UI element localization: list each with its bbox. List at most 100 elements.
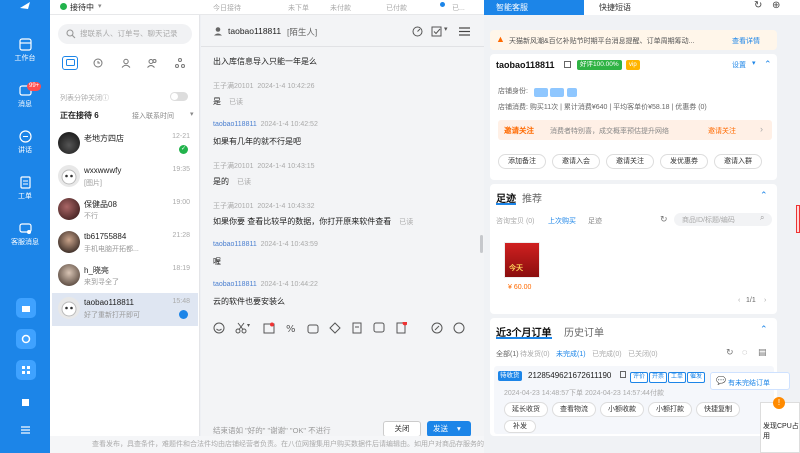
product-search-input[interactable]: 商品ID/标题/编码 ⌕ [674, 213, 772, 226]
sort-dropdown[interactable]: 接入联系时间 [132, 111, 174, 121]
tab-groups[interactable] [144, 56, 160, 70]
tab-recommend[interactable]: 推荐 [522, 190, 542, 205]
next-page-icon[interactable]: › [764, 297, 766, 304]
chevron-down-icon[interactable]: ▾ [98, 2, 102, 10]
invite-follow-button[interactable]: 邀请关注 [606, 154, 654, 169]
image-icon[interactable] [263, 322, 275, 334]
filter-last-purchase[interactable]: 上次购买 [548, 216, 576, 226]
send-chevron-icon[interactable]: ▾ [457, 421, 461, 437]
contact-search-input[interactable]: 搜联系人、订单号、聊天记录 [58, 24, 192, 44]
refresh-orders-icon[interactable]: ↻ [726, 347, 734, 358]
small-pay-button[interactable]: 小额打款 [648, 402, 692, 417]
note-icon[interactable] [395, 322, 407, 334]
document-icon[interactable] [351, 322, 363, 334]
contact-item[interactable]: h_晓亮 来到寻全了 18:19 [52, 260, 198, 293]
reissue-button[interactable]: 补发 [504, 420, 536, 433]
close-button[interactable]: 关闭 [383, 421, 421, 437]
order-filter-pending[interactable]: 待发货(0) [520, 349, 550, 359]
send-coupon-button[interactable]: 发优惠券 [660, 154, 708, 169]
coupon-banner[interactable]: 邀请关注 消费者特别喜，成交概率预估提升网络 邀请关注 › [498, 120, 772, 140]
rail-app-3[interactable] [16, 360, 36, 380]
percent-icon[interactable]: % [285, 322, 297, 334]
scissors-chevron-icon[interactable]: ▾ [247, 322, 250, 329]
cpu-notice-widget[interactable]: ! 发现CPU占用 [760, 397, 800, 453]
view-logistics-button[interactable]: 查看物流 [552, 402, 596, 417]
order-filter-closed[interactable]: 已关闭(0) [628, 349, 658, 359]
contact-item[interactable]: tb61755884 手机电脑开拓都... 21:28 [52, 227, 198, 260]
settings-link[interactable]: 设置 [732, 60, 746, 70]
contact-item[interactable]: wxxwwwfy [图片] 19:35 [52, 161, 198, 194]
small-collect-button[interactable]: 小额收款 [600, 402, 644, 417]
more-tools-icon[interactable] [453, 322, 465, 334]
filter-footprint[interactable]: 足迹 [588, 216, 602, 226]
tab-history-orders[interactable]: 历史订单 [564, 324, 604, 339]
unsettled-orders-hint[interactable]: 💬 有未完结订单 [710, 372, 790, 390]
chevron-right-icon[interactable]: › [760, 124, 763, 134]
edge-handle[interactable] [796, 205, 800, 233]
emoji-icon[interactable] [213, 322, 225, 334]
compass-icon[interactable] [431, 322, 443, 334]
rail-message[interactable]: 99+ 消息 [0, 82, 50, 109]
add-note-button[interactable]: 添加备注 [498, 154, 546, 169]
rail-app-1[interactable] [16, 298, 36, 318]
tab-contacts[interactable] [118, 56, 134, 70]
filter-consult[interactable]: 咨询宝贝 (0) [496, 216, 535, 226]
order-filter-incomplete[interactable]: 未完成(1) [556, 349, 586, 359]
order-filter-all[interactable]: 全部(1) [496, 349, 519, 359]
settings-chevron-icon[interactable]: ▾ [752, 59, 756, 67]
copy-order-icon[interactable] [620, 371, 626, 378]
contact-item-selected[interactable]: taobao118811 好了重新打开即可 15:48 [52, 293, 198, 326]
rail-service-message[interactable]: 客服消息 [0, 222, 50, 247]
rail-app-2[interactable] [16, 329, 36, 349]
contact-preview: [图片] [84, 180, 102, 187]
copy-icon[interactable] [564, 61, 571, 68]
coupon-link[interactable]: 邀请关注 [708, 126, 736, 136]
invite-member-button[interactable]: 邀请入会 [552, 154, 600, 169]
contact-item[interactable]: 保健品08 不行 19:00 [52, 194, 198, 227]
sort-chevron-icon[interactable]: ▾ [190, 110, 194, 118]
filter-orders-icon[interactable]: ◌ [742, 347, 747, 357]
contact-item[interactable]: 老地方四店 12-21 ✓ [52, 128, 198, 161]
tab-recent[interactable] [90, 56, 106, 70]
quick-reply-hint[interactable]: 结束语如 "好的" "谢谢" "OK" 不进行 [213, 425, 331, 436]
tab-quick-phrases[interactable]: 快捷短语 [599, 0, 631, 15]
collapse-icon[interactable]: ⌃ [764, 59, 772, 70]
notice-link[interactable]: 查看详情 [732, 36, 760, 46]
quick-copy-button[interactable]: 快捷复制 [696, 402, 740, 417]
rail-talk[interactable]: 讲话 [0, 130, 50, 155]
reception-status[interactable]: 接待中 [70, 2, 94, 13]
rail-workbench[interactable]: 工作台 [0, 38, 50, 63]
tab-smart-service[interactable]: 智能客服 [484, 0, 584, 15]
rail-bag[interactable] [0, 396, 50, 409]
prev-page-icon[interactable]: ‹ [738, 297, 740, 304]
extend-receipt-button[interactable]: 延长收货 [504, 402, 548, 417]
task-chevron-icon[interactable]: ▾ [444, 25, 448, 33]
robot-icon[interactable] [307, 322, 319, 334]
collapse-footprint-icon[interactable]: ⌃ [760, 190, 768, 201]
tab-chats[interactable] [62, 56, 78, 70]
refresh-icon[interactable]: ↻ [754, 0, 762, 11]
scissors-icon[interactable] [235, 322, 247, 334]
more-menu-icon[interactable] [459, 27, 470, 36]
rail-ticket[interactable]: 工单 [0, 176, 50, 201]
task-check-icon[interactable] [431, 26, 442, 37]
product-thumbnail[interactable]: 今天 [504, 242, 540, 278]
chat-scrollbar[interactable] [480, 235, 483, 253]
contact-name: wxxwwwfy [84, 166, 122, 175]
diamond-icon[interactable] [329, 322, 341, 334]
tab-org[interactable] [172, 56, 188, 70]
refresh-footprint-icon[interactable]: ↻ [660, 214, 668, 225]
collapse-orders-icon[interactable]: ⌃ [760, 324, 768, 335]
help-icon[interactable]: ⓘ [102, 93, 109, 103]
add-circle-icon[interactable]: ⊕ [772, 0, 780, 11]
rail-menu[interactable] [0, 424, 50, 437]
order-filter-complete[interactable]: 已完成(0) [592, 349, 622, 359]
invite-group-button[interactable]: 邀请入群 [714, 154, 762, 169]
send-button[interactable]: 发送 ▾ [427, 421, 471, 437]
transfer-icon[interactable] [412, 26, 423, 37]
chat-smile-icon[interactable] [373, 322, 385, 334]
stat-unpaid: 未付款 [330, 5, 351, 12]
search-icon[interactable]: ⌕ [760, 213, 764, 223]
auto-close-toggle[interactable] [170, 92, 188, 101]
print-icon[interactable]: ▤ [758, 347, 767, 358]
